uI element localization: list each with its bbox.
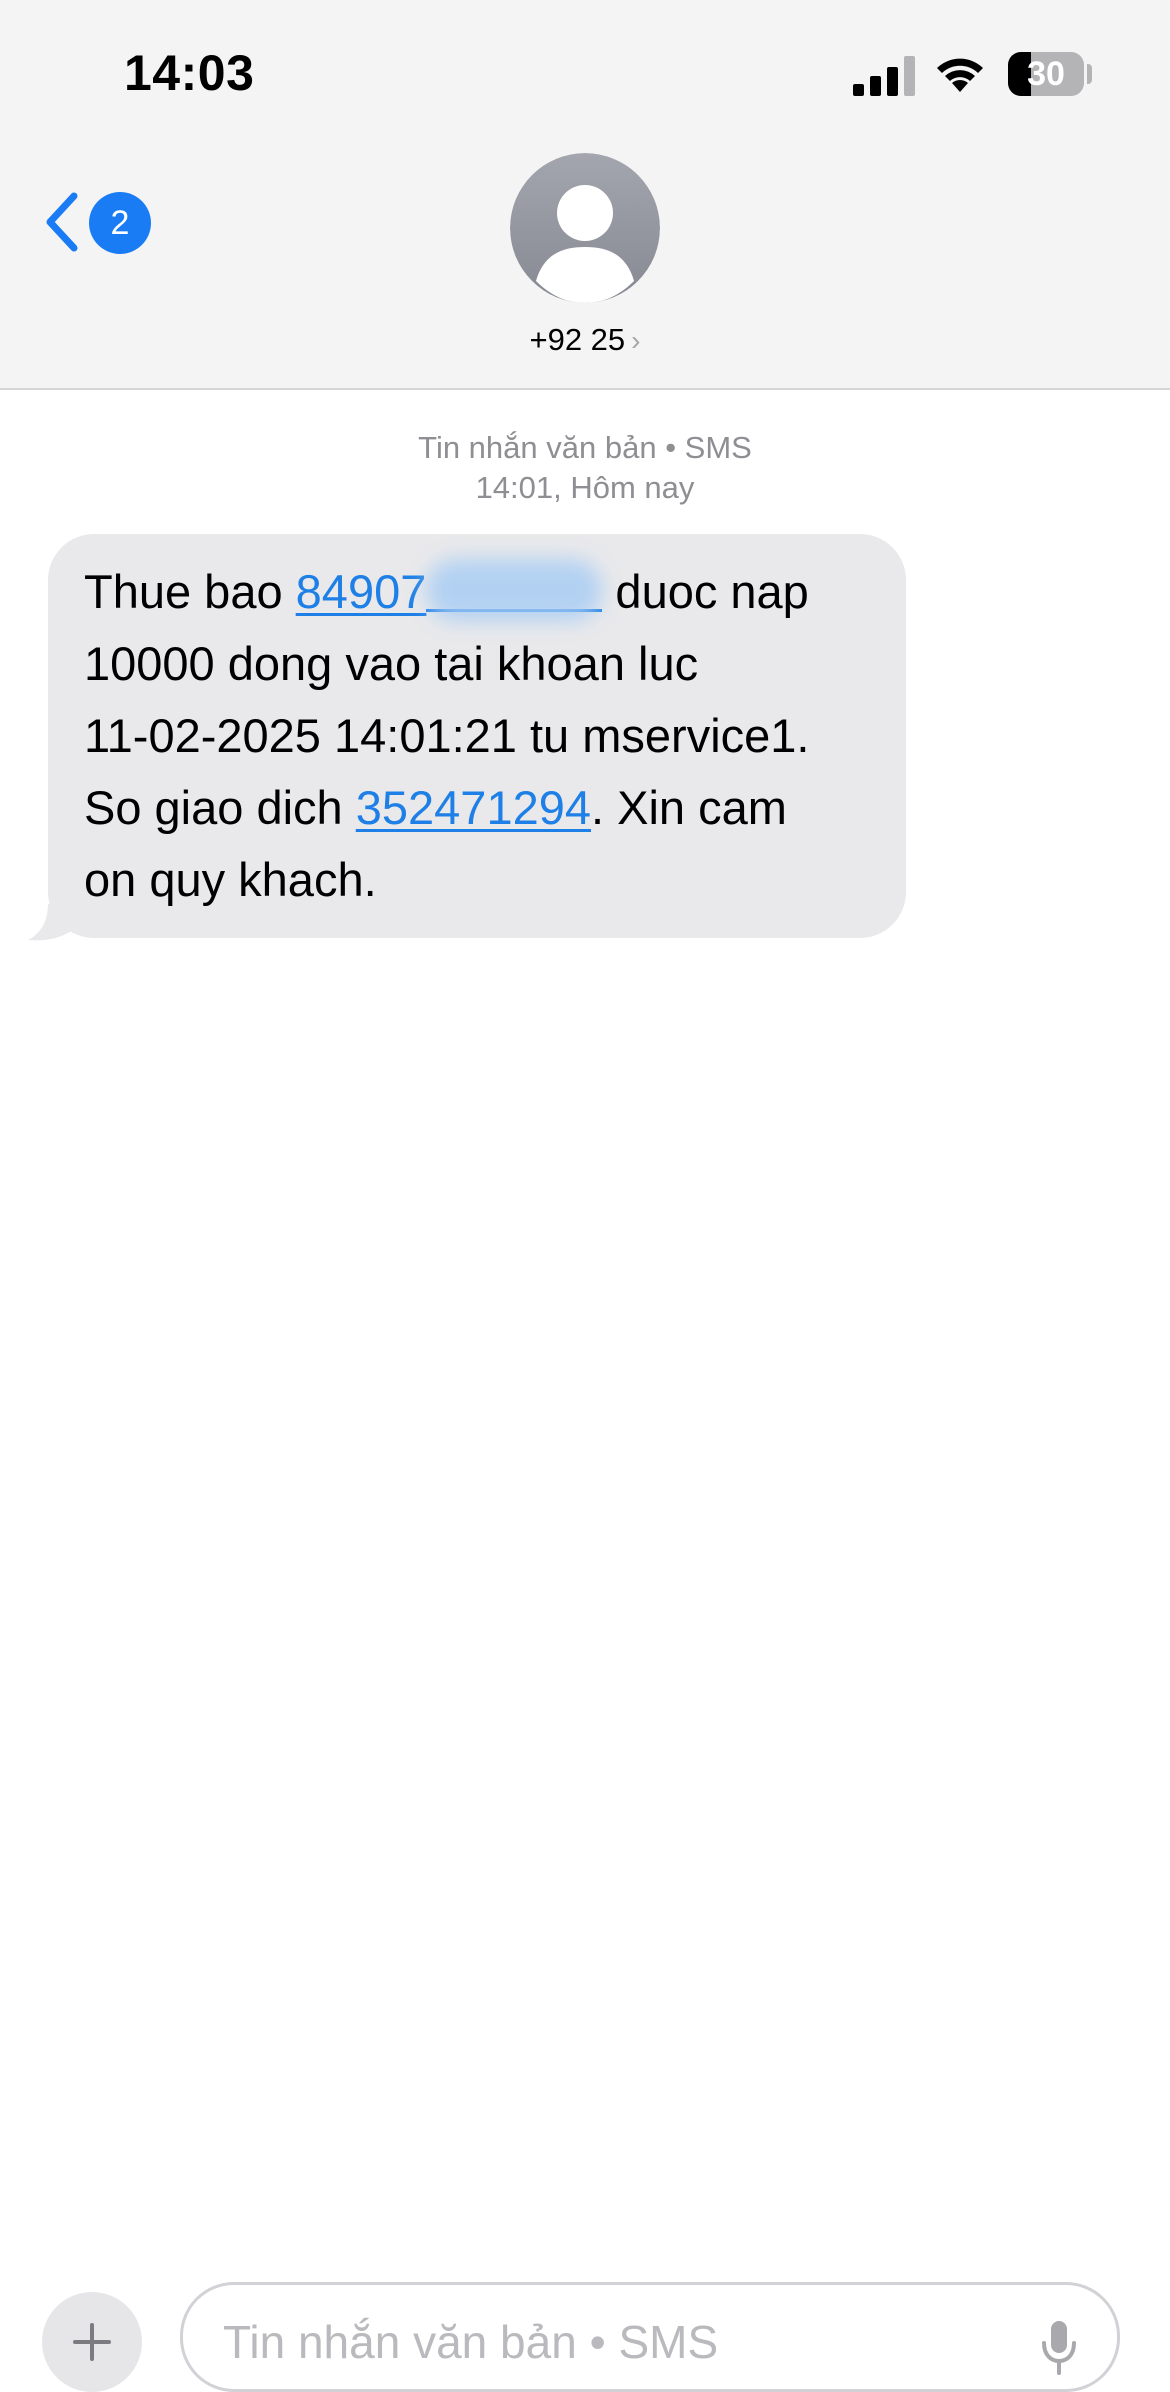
battery-percent: 30 bbox=[1027, 55, 1065, 93]
chevron-left-icon bbox=[46, 192, 78, 252]
unread-count-badge: 2 bbox=[89, 192, 151, 254]
status-time: 14:03 bbox=[124, 45, 255, 101]
phone-number-visible: 84907 bbox=[295, 565, 427, 618]
battery-icon: 30 bbox=[1008, 52, 1084, 96]
person-icon bbox=[510, 153, 660, 303]
cellular-signal-icon bbox=[853, 56, 915, 96]
message-text-part: Thue bao bbox=[84, 565, 296, 618]
contact-number: +92 25 bbox=[529, 322, 626, 357]
phone-number-link[interactable]: 84907 bbox=[296, 565, 603, 618]
message-timestamp: 14:01, Hôm nay bbox=[475, 470, 695, 505]
navigation-header: 14:03 30 2 +92 25 › bbox=[0, 0, 1170, 390]
message-text: Thue bao 84907 duoc nap 10000 dong vao t… bbox=[84, 556, 884, 916]
transaction-id-link[interactable]: 352471294 bbox=[356, 781, 591, 834]
message-input-placeholder: Tin nhắn văn bản • SMS bbox=[223, 2316, 719, 2368]
back-button[interactable]: 2 bbox=[42, 186, 162, 258]
contact-avatar[interactable] bbox=[510, 153, 660, 303]
wifi-icon bbox=[937, 58, 983, 92]
battery-nub bbox=[1087, 64, 1092, 84]
redacted-digits bbox=[426, 569, 603, 612]
message-kind-label: Tin nhắn văn bản • SMS bbox=[418, 430, 752, 465]
add-attachment-button[interactable] bbox=[42, 2292, 142, 2392]
message-meta: Tin nhắn văn bản • SMS 14:01, Hôm nay bbox=[285, 428, 885, 508]
plus-icon bbox=[73, 2323, 111, 2361]
microphone-icon[interactable] bbox=[1039, 2317, 1079, 2377]
message-input[interactable]: Tin nhắn văn bản • SMS bbox=[180, 2282, 1120, 2392]
chevron-right-icon: › bbox=[631, 325, 641, 356]
contact-name-button[interactable]: +92 25 › bbox=[385, 322, 785, 358]
